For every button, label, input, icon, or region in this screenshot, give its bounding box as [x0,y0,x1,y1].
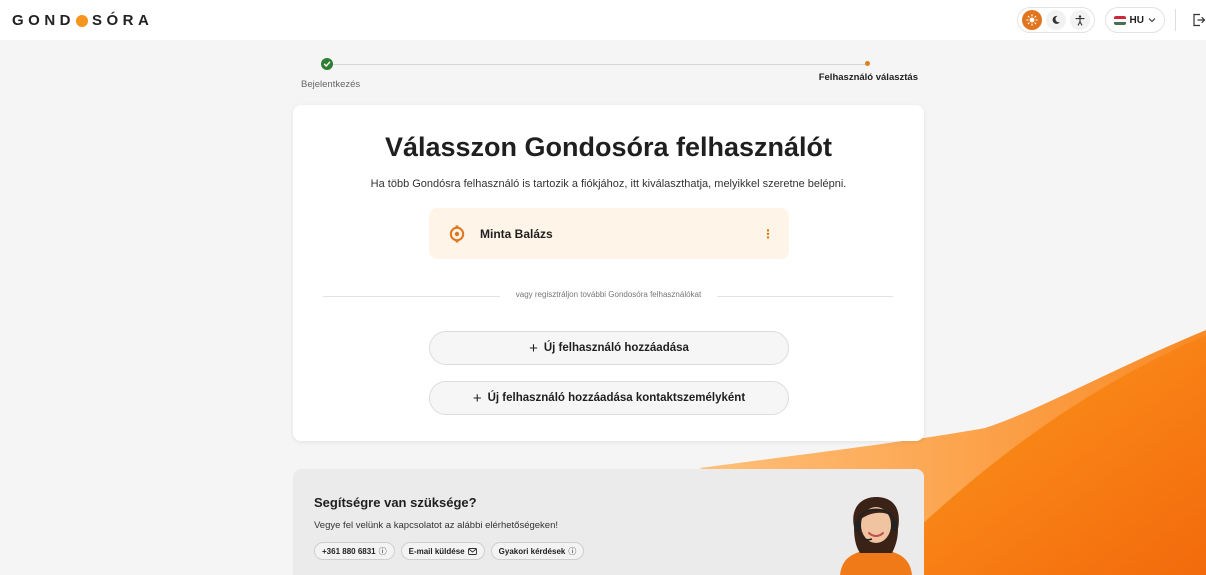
stepper-line [330,64,868,65]
support-agent-icon [840,497,912,575]
faq-chip[interactable]: Gyakori kérdések ⓘ [490,542,585,560]
step-label-login[interactable]: Bejelentkezés [301,79,360,90]
user-list-item[interactable]: Minta Balázs ⋮ [429,208,789,259]
help-title: Segítségre van szüksége? [314,495,477,510]
page-subtitle: Ha több Gondósra felhasználó is tartozik… [370,178,847,190]
phone-chip[interactable]: +361 880 6831 ⓘ [314,542,395,560]
phone-number: +361 880 6831 [322,546,376,556]
plus-icon: + [472,389,482,407]
add-user-label: Új felhasználó hozzáadása [543,342,689,354]
user-name: Minta Balázs [480,226,553,241]
info-icon: ⓘ [378,546,387,556]
mail-icon [467,547,477,555]
help-subtitle: Vegye fel velünk a kapcsolatot az alábbi… [314,520,558,531]
add-contact-label: Új felhasználó hozzáadása kontaktszemély… [487,392,746,404]
more-vertical-icon[interactable]: ⋮ [762,227,774,241]
current-step-dot-icon [865,61,870,66]
add-user-button[interactable]: + Új felhasználó hozzáadása [429,331,789,365]
faq-label: Gyakori kérdések [498,546,566,556]
check-icon [321,58,333,70]
add-contact-user-button[interactable]: + Új felhasználó hozzáadása kontaktszemé… [429,381,789,415]
help-panel: Segítségre van szüksége? Vegye fel velün… [293,469,924,575]
email-label: E-mail küldése [408,546,465,556]
step-label-user-select: Felhasználó választás [818,72,918,83]
page-title: Válasszon Gondosóra felhasználót [384,132,833,162]
info-icon: ⓘ [568,546,577,556]
email-chip[interactable]: E-mail küldése [400,542,485,560]
progress-stepper: Bejelentkezés Felhasználó választás [298,56,920,92]
divider-text: vagy regisztráljon további Gondosóra fel… [499,290,718,299]
watch-icon [447,224,467,244]
user-select-card: Válasszon Gondosóra felhasználót Ha több… [293,105,924,441]
contact-chips: +361 880 6831 ⓘ E-mail küldése Gyakori k… [314,542,585,560]
plus-icon: + [529,339,538,357]
